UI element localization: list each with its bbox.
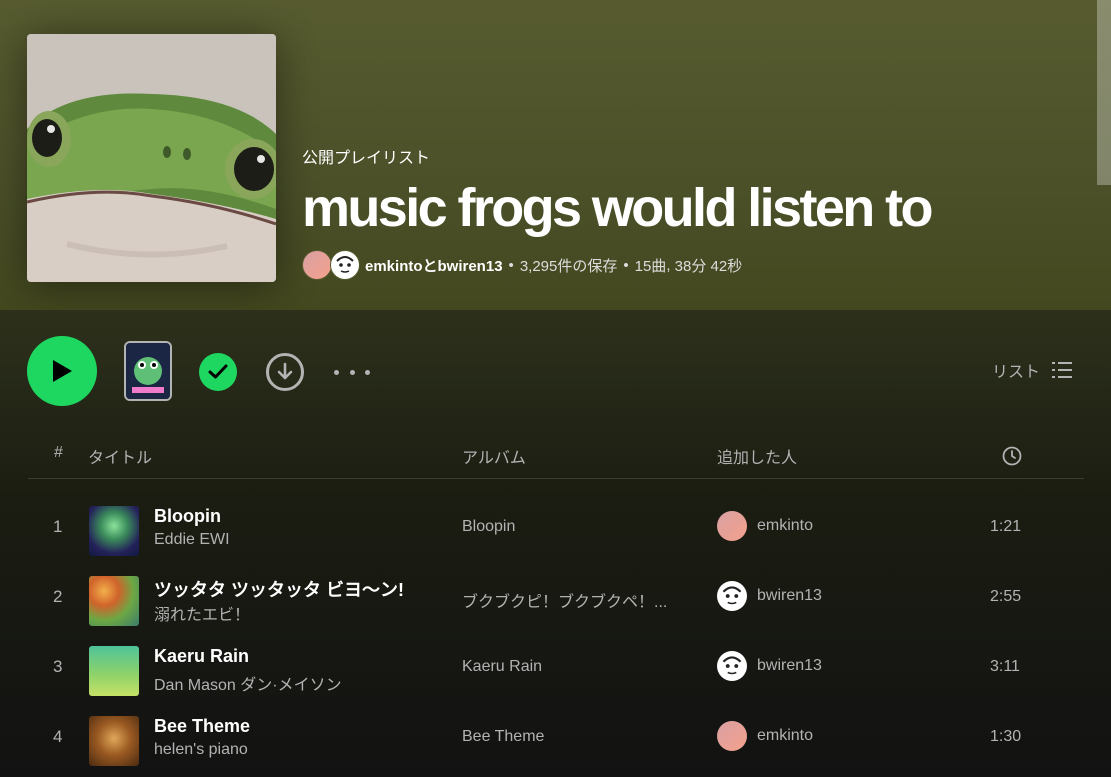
adder-avatar bbox=[717, 581, 747, 611]
clock-icon bbox=[1002, 446, 1022, 466]
track-title[interactable]: ツッタタ ツッタッタ ビヨ〜ン! bbox=[154, 576, 404, 602]
adder-avatar bbox=[717, 721, 747, 751]
track-number: 4 bbox=[53, 727, 63, 746]
play-button[interactable] bbox=[27, 336, 97, 406]
track-album[interactable]: Bloopin bbox=[462, 518, 515, 536]
frog-preview-art bbox=[126, 343, 170, 399]
playlist-meta: emkintoとbwiren13 • 3,295件の保存 • 15曲 , 38分… bbox=[302, 250, 931, 280]
playlist-duration: 38分 42秒 bbox=[674, 257, 743, 275]
owner-avatar-emkinto[interactable] bbox=[302, 250, 332, 280]
view-mode-toggle[interactable]: リスト bbox=[992, 358, 1073, 382]
adder-name: bwiren13 bbox=[757, 587, 822, 604]
scrollbar-thumb[interactable] bbox=[1097, 0, 1111, 185]
download-arrow-icon bbox=[277, 362, 293, 380]
track-duration: 1:21 bbox=[990, 518, 1022, 535]
playlist-header: 公開プレイリスト music frogs would listen to emk… bbox=[0, 0, 1111, 310]
meta-separator: • bbox=[623, 256, 629, 274]
face-sketch-icon bbox=[718, 582, 746, 610]
playlist-track-count: 15曲 bbox=[634, 257, 667, 275]
track-thumbnail bbox=[89, 506, 139, 556]
track-thumbnail bbox=[89, 576, 139, 626]
meta-separator: • bbox=[508, 256, 514, 274]
track-row[interactable]: 1 Bloopin Eddie EWI Bloopin emkinto 1:21 bbox=[28, 496, 1084, 566]
track-title[interactable]: Bloopin bbox=[154, 506, 221, 527]
column-header-album[interactable]: アルバム bbox=[462, 444, 526, 468]
meta-comma: , bbox=[666, 256, 675, 274]
track-title[interactable]: Kaeru Rain bbox=[154, 646, 249, 667]
more-options-button[interactable] bbox=[334, 360, 370, 384]
column-header-number[interactable]: # bbox=[54, 444, 63, 462]
track-row[interactable]: 3 Kaeru Rain Dan Mason ダン·メイソン Kaeru Rai… bbox=[28, 636, 1084, 706]
track-added-by[interactable]: emkinto bbox=[717, 511, 813, 541]
column-header-added-by[interactable]: 追加した人 bbox=[717, 444, 797, 468]
face-sketch-icon bbox=[332, 252, 358, 278]
track-table-header: # タイトル アルバム 追加した人 bbox=[28, 436, 1084, 479]
track-number: 2 bbox=[53, 587, 63, 606]
adder-avatar bbox=[717, 511, 747, 541]
playlist-title: music frogs would listen to bbox=[302, 178, 933, 238]
playlist-cover-image[interactable] bbox=[27, 34, 276, 282]
adder-name: emkinto bbox=[757, 517, 814, 534]
track-added-by[interactable]: bwiren13 bbox=[717, 651, 822, 681]
track-title[interactable]: Bee Theme bbox=[154, 716, 250, 737]
preview-cover-button[interactable] bbox=[124, 341, 172, 401]
track-thumbnail bbox=[89, 716, 139, 766]
track-number: 1 bbox=[53, 517, 63, 536]
view-mode-label: リスト bbox=[992, 364, 1041, 381]
track-thumbnail bbox=[89, 646, 139, 696]
dot-icon bbox=[365, 369, 370, 375]
track-duration: 2:55 bbox=[990, 588, 1022, 605]
playlist-owners-link[interactable]: emkintoとbwiren13 bbox=[365, 255, 503, 276]
track-row[interactable]: 2 ツッタタ ツッタッタ ビヨ〜ン! 溺れたエビ！ ブクブクピ！ブクブクペ！..… bbox=[28, 566, 1084, 636]
track-album[interactable]: ブクブクピ！ブクブクペ！... bbox=[462, 588, 667, 612]
track-duration: 3:11 bbox=[990, 658, 1020, 675]
column-header-title[interactable]: タイトル bbox=[88, 444, 152, 468]
play-icon bbox=[53, 360, 72, 382]
track-album[interactable]: Bee Theme bbox=[462, 728, 544, 746]
track-artist[interactable]: 溺れたエビ！ bbox=[154, 601, 250, 625]
face-sketch-icon bbox=[718, 652, 746, 680]
frog-cover-art bbox=[27, 34, 276, 282]
track-row[interactable]: 4 Bee Theme helen's piano Bee Theme emki… bbox=[28, 706, 1084, 776]
track-added-by[interactable]: emkinto bbox=[717, 721, 813, 751]
track-artist[interactable]: Dan Mason ダン·メイソン bbox=[154, 671, 342, 695]
dot-icon bbox=[334, 369, 339, 375]
track-duration: 1:30 bbox=[990, 728, 1022, 745]
track-album[interactable]: Kaeru Rain bbox=[462, 658, 542, 676]
track-artist[interactable]: Eddie EWI bbox=[154, 531, 230, 549]
playlist-type-label: 公開プレイリスト bbox=[302, 150, 431, 167]
list-icon bbox=[1052, 362, 1073, 378]
adder-name: bwiren13 bbox=[757, 657, 822, 674]
checkmark-icon bbox=[208, 364, 228, 379]
track-artist[interactable]: helen's piano bbox=[154, 741, 248, 759]
adder-name: emkinto bbox=[757, 727, 814, 744]
dot-icon bbox=[349, 369, 355, 375]
playlist-saves: 3,295件の保存 bbox=[519, 257, 618, 275]
adder-avatar bbox=[717, 651, 747, 681]
track-added-by[interactable]: bwiren13 bbox=[717, 581, 822, 611]
column-header-duration[interactable] bbox=[1002, 446, 1022, 471]
saved-to-library-button[interactable] bbox=[199, 353, 237, 391]
track-number: 3 bbox=[53, 657, 63, 676]
download-button[interactable] bbox=[266, 353, 304, 391]
owner-avatar-bwiren13[interactable] bbox=[330, 250, 360, 280]
